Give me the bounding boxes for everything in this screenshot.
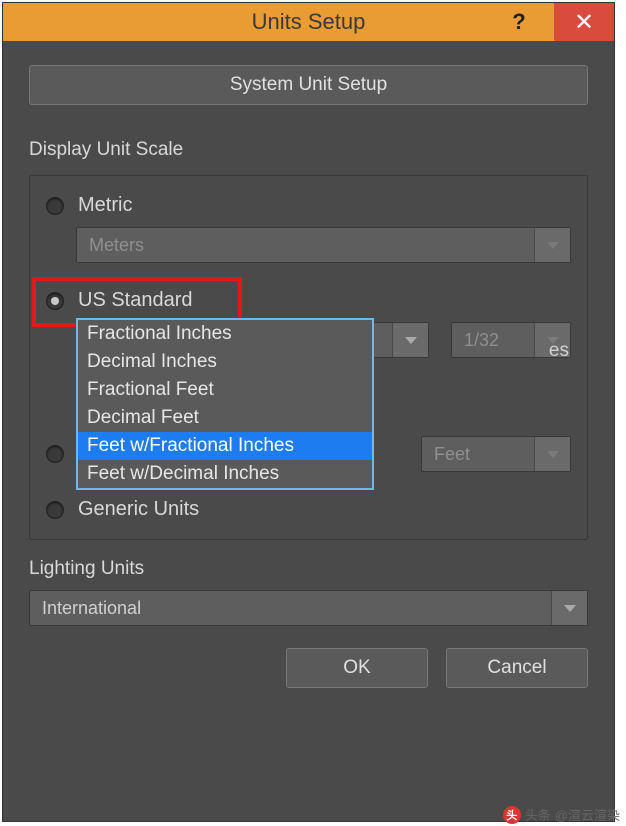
- dropdown-option[interactable]: Fractional Feet: [78, 376, 372, 404]
- dropdown-option[interactable]: Decimal Feet: [78, 404, 372, 432]
- metric-select[interactable]: Meters: [76, 227, 571, 263]
- display-unit-scale-section: Display Unit Scale Metric Meters US St: [29, 139, 588, 540]
- custom-radio[interactable]: [46, 445, 64, 463]
- help-button[interactable]: ?: [494, 3, 544, 41]
- lighting-units-label: Lighting Units: [29, 558, 588, 580]
- generic-units-radio[interactable]: [46, 501, 64, 519]
- us-standard-radio-row: US Standard: [46, 289, 571, 312]
- default-units-select[interactable]: Feet: [421, 436, 571, 472]
- close-button[interactable]: ✕: [554, 3, 614, 41]
- display-unit-group: Metric Meters US Standard Feet w/: [29, 175, 588, 540]
- us-standard-block: US Standard: [46, 289, 571, 312]
- generic-units-row: Generic Units: [46, 498, 571, 521]
- chevron-down-icon: [551, 591, 587, 625]
- metric-select-value: Meters: [89, 235, 144, 256]
- lighting-units-select[interactable]: International: [29, 590, 588, 626]
- system-unit-setup-button[interactable]: System Unit Setup: [29, 65, 588, 105]
- titlebar: Units Setup ? ✕: [3, 3, 614, 41]
- metric-radio-row: Metric: [46, 194, 571, 217]
- chevron-down-icon: [534, 228, 570, 262]
- lighting-units-section: Lighting Units International: [29, 558, 588, 626]
- dropdown-option[interactable]: Feet w/Decimal Inches: [78, 460, 372, 488]
- watermark-user: @渲云渲染: [555, 805, 620, 824]
- generic-units-label: Generic Units: [78, 498, 199, 521]
- us-fraction-value: 1/32: [464, 330, 499, 351]
- metric-radio-label: Metric: [78, 194, 132, 217]
- cancel-button[interactable]: Cancel: [446, 648, 588, 688]
- watermark: 头 头条 @渲云渲染: [503, 805, 620, 824]
- us-standard-radio-label: US Standard: [78, 289, 193, 312]
- chevron-down-icon: [534, 437, 570, 471]
- chevron-down-icon: [392, 323, 428, 357]
- default-units-value: Feet: [434, 444, 470, 465]
- watermark-prefix: 头条: [525, 805, 551, 824]
- dialog-footer: OK Cancel: [29, 648, 588, 688]
- us-standard-radio[interactable]: [46, 292, 64, 310]
- window-title: Units Setup: [252, 9, 366, 35]
- default-units-label-partial: es: [549, 340, 569, 362]
- watermark-logo-icon: 头: [503, 806, 521, 824]
- close-icon: ✕: [574, 8, 594, 37]
- dropdown-option[interactable]: Fractional Inches: [78, 320, 372, 348]
- lighting-units-value: International: [42, 598, 141, 619]
- display-unit-scale-label: Display Unit Scale: [29, 139, 588, 161]
- dialog-content: System Unit Setup Display Unit Scale Met…: [3, 41, 614, 708]
- us-unit-dropdown-list: Fractional Inches Decimal Inches Fractio…: [76, 318, 374, 490]
- dialog-window: Units Setup ? ✕ System Unit Setup Displa…: [2, 2, 615, 822]
- metric-radio[interactable]: [46, 197, 64, 215]
- ok-button[interactable]: OK: [286, 648, 428, 688]
- dropdown-option[interactable]: Decimal Inches: [78, 348, 372, 376]
- dropdown-option-selected[interactable]: Feet w/Fractional Inches: [78, 432, 372, 460]
